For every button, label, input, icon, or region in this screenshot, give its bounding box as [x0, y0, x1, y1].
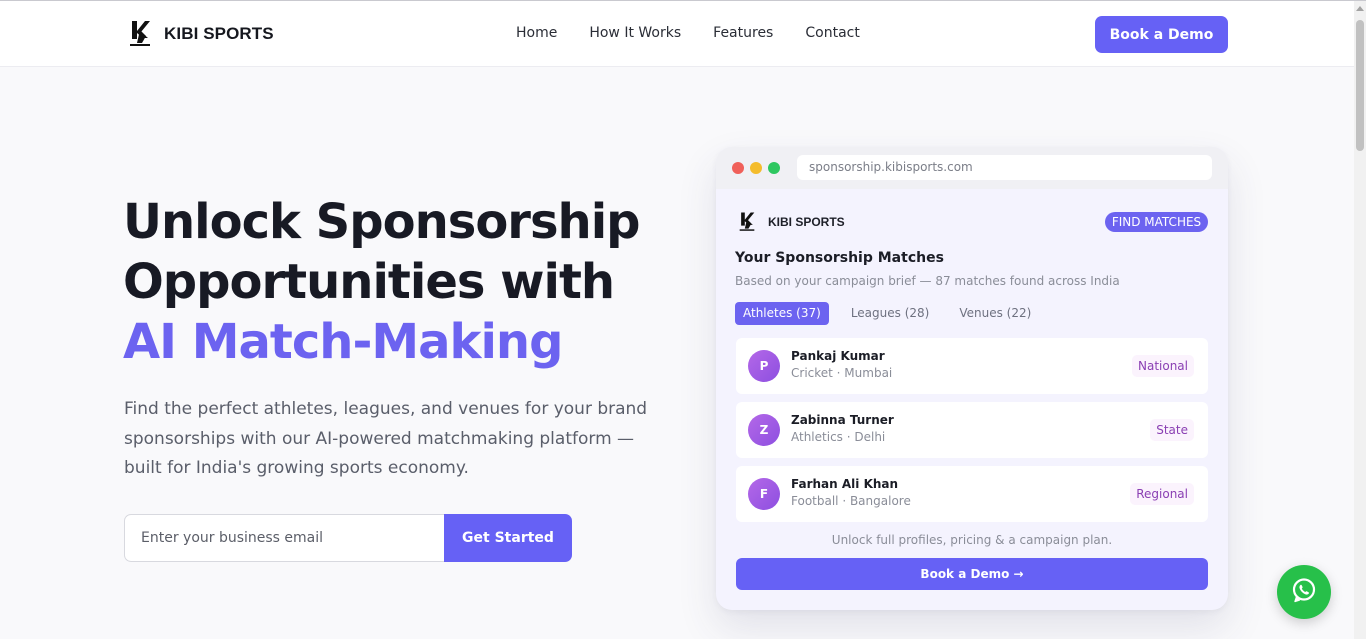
mockup-book-demo-button[interactable]: Book a Demo → [736, 558, 1208, 590]
match-name: Pankaj Kumar [791, 349, 885, 363]
hero-title-line-1: Unlock Sponsorship [123, 194, 641, 250]
brand-name: KIBI SPORTS [164, 24, 274, 43]
match-level-tag: National [1131, 355, 1194, 377]
unlock-note: Unlock full profiles, pricing & a campai… [831, 533, 1113, 547]
match-meta: Athletics · Delhi [791, 430, 886, 444]
find-matches-badge: FIND MATCHES [1105, 212, 1208, 232]
kibi-logo-icon [128, 19, 152, 49]
book-demo-button[interactable]: Book a Demo [1095, 16, 1228, 53]
whatsapp-chat-button[interactable] [1277, 565, 1331, 619]
tab-athletes[interactable]: Athletes (37) [735, 302, 829, 325]
match-name: Zabinna Turner [791, 413, 894, 427]
hero-title: Unlock Sponsorship Opportunities with AI… [123, 192, 643, 372]
match-tabs: Athletes (37) Leagues (28) Venues (22) [735, 302, 1053, 325]
nav-link-contact[interactable]: Contact [805, 25, 859, 41]
top-navigation: KIBI SPORTS Home How It Works Features C… [0, 1, 1354, 67]
scroll-thumb[interactable] [1356, 20, 1364, 151]
matches-title: Your Sponsorship Matches [735, 250, 944, 266]
maximize-dot-icon [768, 162, 780, 174]
hero-subtitle: Find the perfect athletes, leagues, and … [124, 399, 648, 478]
email-signup-form: Get Started [124, 514, 572, 562]
tab-leagues[interactable]: Leagues (28) [843, 302, 938, 325]
business-email-input[interactable] [124, 514, 444, 562]
mockup-brand-name: KIBI SPORTS [768, 215, 845, 229]
kibi-logo-small-icon [738, 211, 756, 233]
avatar: Z [748, 414, 780, 446]
nav-link-features[interactable]: Features [713, 25, 773, 41]
match-row[interactable]: F Farhan Ali Khan Football · Bangalore R… [736, 466, 1208, 522]
mockup-browser-bar: sponsorship.kibisports.com [716, 147, 1228, 189]
whatsapp-icon [1290, 576, 1318, 608]
tab-venues[interactable]: Venues (22) [951, 302, 1039, 325]
scroll-up-arrow-icon[interactable] [1356, 6, 1364, 11]
hero-title-accent: AI Match-Making [123, 314, 563, 370]
match-row[interactable]: P Pankaj Kumar Cricket · Mumbai National [736, 338, 1208, 394]
nav-link-home[interactable]: Home [516, 25, 557, 41]
match-meta: Football · Bangalore [791, 494, 911, 508]
brand[interactable]: KIBI SPORTS [128, 19, 274, 49]
match-level-tag: State [1150, 419, 1194, 441]
close-dot-icon [732, 162, 744, 174]
avatar: P [748, 350, 780, 382]
hero-title-line-2: Opportunities with [123, 254, 615, 310]
match-level-tag: Regional [1130, 483, 1194, 505]
match-name: Farhan Ali Khan [791, 477, 899, 491]
matches-subtitle: Based on your campaign brief — 87 matche… [735, 274, 1120, 288]
nav-link-how-it-works[interactable]: How It Works [589, 25, 681, 41]
minimize-dot-icon [750, 162, 762, 174]
match-row[interactable]: Z Zabinna Turner Athletics · Delhi State [736, 402, 1208, 458]
mockup-url-bar: sponsorship.kibisports.com [797, 155, 1212, 180]
sponsorship-mockup-card: sponsorship.kibisports.com KIBI SPORTS F… [716, 147, 1228, 610]
get-started-button[interactable]: Get Started [444, 514, 572, 562]
page-scrollbar[interactable] [1354, 1, 1366, 639]
avatar: F [748, 478, 780, 510]
nav-links: Home How It Works Features Contact [516, 25, 892, 41]
match-meta: Cricket · Mumbai [791, 366, 893, 380]
mockup-brand: KIBI SPORTS [738, 211, 845, 233]
